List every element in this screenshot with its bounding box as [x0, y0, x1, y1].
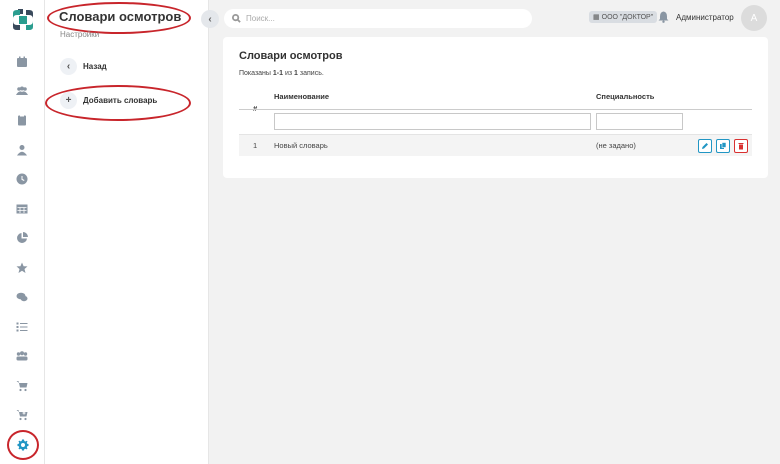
- back-label: Назад: [83, 62, 107, 71]
- app-logo[interactable]: [10, 7, 36, 33]
- pencil-icon: [702, 143, 708, 149]
- settings-sidebar: Словари осмотров Настройки ‹ Назад + Доб…: [45, 0, 209, 464]
- star-icon[interactable]: [14, 261, 30, 275]
- users-icon[interactable]: [14, 84, 30, 98]
- group-icon[interactable]: [14, 349, 30, 363]
- summary-suffix: запись.: [297, 70, 324, 77]
- summary-middle: из: [283, 70, 295, 77]
- org-badge[interactable]: ▦ ООО "ДОКТОР": [589, 11, 658, 23]
- column-header-specialty[interactable]: Специальность: [596, 92, 654, 101]
- specialty-filter-input[interactable]: [596, 113, 683, 130]
- gear-icon[interactable]: [15, 438, 31, 452]
- user-name[interactable]: Администратор: [676, 13, 734, 22]
- add-dictionary-label: Добавить словарь: [83, 96, 158, 105]
- bell-icon[interactable]: [658, 11, 669, 23]
- clock-icon[interactable]: [14, 172, 30, 186]
- back-button[interactable]: ‹ Назад: [60, 58, 107, 75]
- org-label: ООО "ДОКТОР": [601, 13, 654, 21]
- settings-nav-active[interactable]: [7, 430, 39, 460]
- delete-button[interactable]: [734, 139, 748, 153]
- row-name: Новый словарь: [274, 141, 328, 150]
- column-header-name[interactable]: Наименование: [274, 92, 329, 101]
- search-icon: [232, 14, 241, 23]
- edit-button[interactable]: [698, 139, 712, 153]
- name-filter-input[interactable]: [274, 113, 591, 130]
- row-specialty: (не задано): [596, 141, 636, 150]
- chevron-left-icon: ‹: [208, 13, 212, 25]
- page-title: Словари осмотров: [59, 9, 182, 24]
- summary-range: 1-1: [272, 70, 284, 77]
- copy-icon: [720, 142, 727, 149]
- list-icon[interactable]: [14, 320, 30, 334]
- trash-icon: [738, 143, 744, 150]
- card-title: Словари осмотров: [239, 50, 343, 62]
- cart-icon[interactable]: [14, 379, 30, 393]
- plus-icon: +: [60, 92, 77, 109]
- chevron-left-icon: ‹: [60, 58, 77, 75]
- building-icon: ▦: [593, 14, 600, 21]
- user-icon[interactable]: [14, 143, 30, 157]
- calendar-icon[interactable]: [14, 55, 30, 69]
- clipboard-icon[interactable]: [14, 113, 30, 127]
- chat-icon[interactable]: [14, 290, 30, 304]
- search-input[interactable]: [246, 14, 526, 23]
- icon-rail: [0, 0, 45, 464]
- copy-button[interactable]: [716, 139, 730, 153]
- row-num: 1: [253, 141, 258, 150]
- result-summary: Показаны 1-1 из 1 запись.: [239, 70, 324, 77]
- summary-prefix: Показаны: [239, 70, 273, 77]
- search-bar[interactable]: [224, 9, 532, 28]
- add-dictionary-button[interactable]: + Добавить словарь: [60, 92, 157, 109]
- dictionaries-card: Словари осмотров Показаны 1-1 из 1 запис…: [223, 37, 768, 178]
- header-divider: [239, 109, 752, 110]
- table-icon[interactable]: [14, 202, 30, 216]
- pie-chart-icon[interactable]: [14, 231, 30, 245]
- breadcrumb[interactable]: Настройки: [60, 30, 99, 39]
- avatar[interactable]: А: [741, 5, 767, 31]
- cart-add-icon[interactable]: [14, 408, 30, 422]
- table-row[interactable]: 1 Новый словарь (не задано): [239, 134, 752, 156]
- collapse-sidebar-button[interactable]: ‹: [201, 10, 219, 28]
